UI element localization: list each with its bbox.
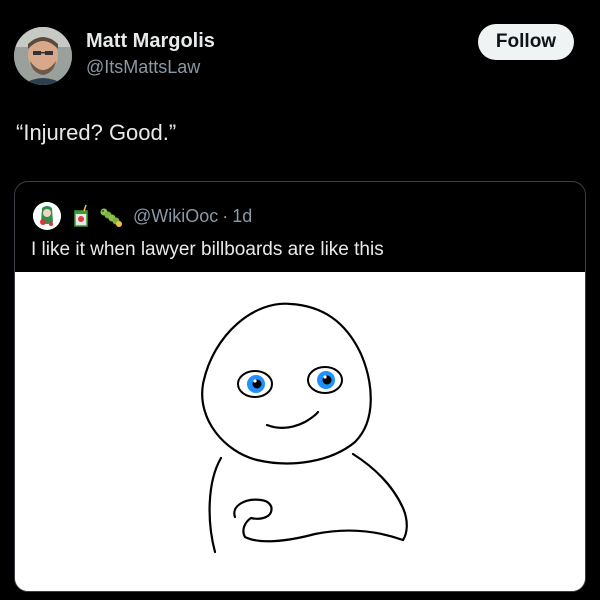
juice-box-icon — [69, 204, 93, 228]
author-handle[interactable]: @ItsMattsLaw — [86, 57, 200, 78]
dot-separator: · — [222, 205, 229, 226]
quoted-author-handle[interactable]: @WikiOoc — [133, 206, 218, 227]
post-text: “Injured? Good.” — [16, 120, 177, 145]
quoted-tweet-text: I like it when lawyer billboards are lik… — [31, 239, 384, 260]
author-avatar[interactable] — [14, 27, 72, 85]
smug-face-drawing — [15, 272, 585, 591]
quoted-timestamp[interactable]: 1d — [232, 206, 252, 227]
caterpillar-icon — [99, 204, 123, 228]
quoted-author-avatar[interactable] — [33, 202, 61, 230]
follow-button[interactable]: Follow — [478, 24, 574, 60]
author-display-name[interactable]: Matt Margolis — [86, 30, 215, 53]
quoted-tweet-card[interactable]: @WikiOoc · 1d I like it when lawyer bill… — [14, 181, 586, 592]
quoted-tweet-header: @WikiOoc · 1d — [33, 201, 252, 231]
quoted-media-image[interactable] — [15, 272, 585, 591]
